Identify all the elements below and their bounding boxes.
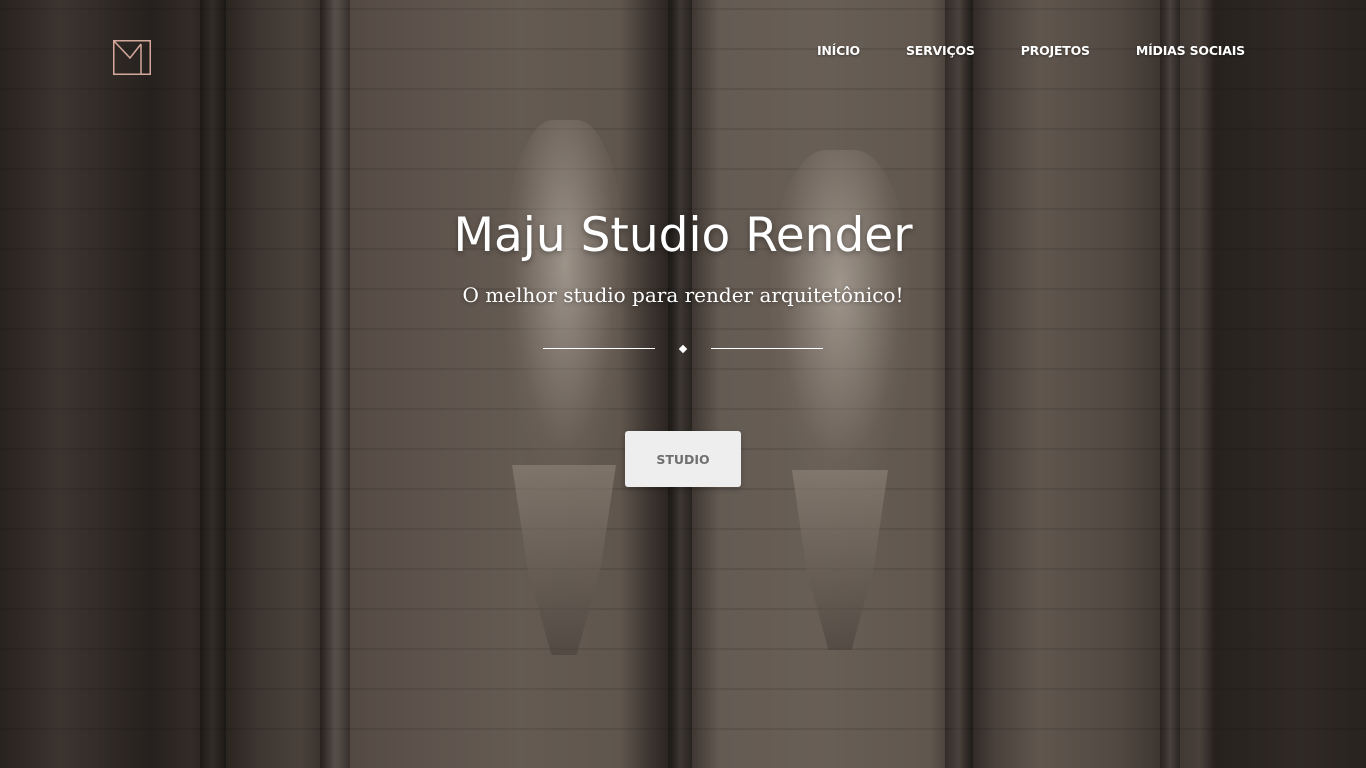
hero-subtitle: O melhor studio para render arquitetônic…: [462, 283, 904, 307]
background-pillar: [320, 0, 350, 768]
studio-button[interactable]: STUDIO: [625, 431, 741, 487]
background-pillar: [200, 0, 226, 768]
nav-item-midias-sociais[interactable]: MÍDIAS SOCIAIS: [1136, 43, 1245, 58]
nav-item-projetos[interactable]: PROJETOS: [1021, 43, 1090, 58]
background-statue: [770, 150, 910, 490]
hero-title: Maju Studio Render: [453, 208, 913, 263]
main-nav: INÍCIO SERVIÇOS PROJETOS MÍDIAS SOCIAIS: [817, 43, 1245, 58]
logo[interactable]: [113, 40, 151, 75]
background-pillar: [945, 0, 973, 768]
nav-item-servicos[interactable]: SERVIÇOS: [906, 43, 975, 58]
nav-item-inicio[interactable]: INÍCIO: [817, 43, 860, 58]
background-pillar: [1160, 0, 1180, 768]
divider-line-right: [711, 348, 823, 349]
background-pillar: [668, 0, 692, 768]
envelope-m-icon: [113, 40, 151, 75]
divider-line-left: [543, 348, 655, 349]
